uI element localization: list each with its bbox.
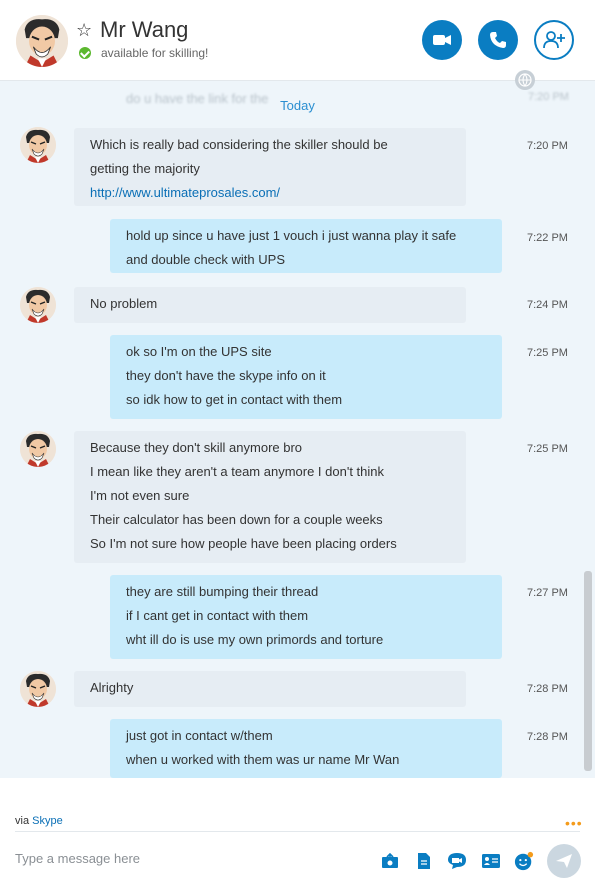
more-options-icon[interactable]: ••• xyxy=(565,815,583,831)
video-message-icon[interactable] xyxy=(447,851,467,871)
message-bubble-incoming[interactable]: Alrighty xyxy=(74,671,466,707)
send-arrow-icon xyxy=(556,854,572,868)
message-time: 7:28 PM xyxy=(527,683,568,695)
message-line: ok so I'm on the UPS site xyxy=(126,344,272,359)
send-file-icon[interactable] xyxy=(414,851,434,871)
message-time: 7:25 PM xyxy=(527,347,568,359)
phone-icon xyxy=(490,32,506,48)
message-line: getting the majority xyxy=(90,161,200,176)
message-bubble-incoming[interactable]: Which is really bad considering the skil… xyxy=(74,128,466,206)
message-bubble-outgoing[interactable]: just got in contact w/them when u worked… xyxy=(110,719,502,778)
chat-header: ☆ Mr Wang available for skilling! xyxy=(0,0,595,81)
add-person-icon xyxy=(543,31,565,49)
message-line: just got in contact w/them xyxy=(126,728,273,743)
message-line: No problem xyxy=(90,296,158,311)
message-line: So I'm not sure how people have been pla… xyxy=(90,536,397,551)
emoticon-icon[interactable] xyxy=(514,851,534,871)
date-divider: Today xyxy=(280,98,315,113)
skype-link[interactable]: Skype xyxy=(32,815,63,827)
message-link[interactable]: http://www.ultimateprosales.com/ xyxy=(90,185,280,200)
composer-divider xyxy=(15,831,580,832)
message-time: 7:28 PM xyxy=(527,731,568,743)
message-time: 7:24 PM xyxy=(527,299,568,311)
message-line: Their calculator has been down for a cou… xyxy=(90,512,383,527)
favorite-star-icon[interactable]: ☆ xyxy=(76,20,92,41)
send-button[interactable] xyxy=(547,844,581,878)
message-bubble-incoming[interactable]: Because they don't skill anymore bro I m… xyxy=(74,431,466,563)
message-bubble-outgoing[interactable]: hold up since u have just 1 vouch i just… xyxy=(110,219,502,273)
message-line: they don't have the skype info on it xyxy=(126,368,326,383)
send-media-icon[interactable] xyxy=(380,851,400,871)
globe-icon xyxy=(515,70,535,90)
video-camera-icon xyxy=(433,35,451,45)
sender-avatar[interactable] xyxy=(20,431,56,467)
video-call-button[interactable] xyxy=(422,20,462,60)
message-line: I'm not even sure xyxy=(90,488,190,503)
message-line: when u worked with them was ur name Mr W… xyxy=(126,752,400,767)
status-message: available for skilling! xyxy=(101,46,209,60)
message-line: if I cant get in contact with them xyxy=(126,608,309,623)
message-bubble-outgoing[interactable]: they are still bumping their thread if I… xyxy=(110,575,502,659)
sender-avatar[interactable] xyxy=(20,127,56,163)
contact-avatar[interactable] xyxy=(16,15,68,67)
message-time: 7:25 PM xyxy=(527,443,568,455)
sender-avatar[interactable] xyxy=(20,671,56,707)
message-bubble-outgoing[interactable]: ok so I'm on the UPS site they don't hav… xyxy=(110,335,502,419)
sender-avatar[interactable] xyxy=(20,287,56,323)
conversation-pane[interactable]: do u have the link for the 7:20 PM Today… xyxy=(0,81,595,778)
contact-name[interactable]: Mr Wang xyxy=(100,17,188,43)
send-contact-icon[interactable] xyxy=(481,851,501,871)
message-line: and double check with UPS xyxy=(126,252,285,267)
message-line: wht ill do is use my own primords and to… xyxy=(126,632,384,647)
message-line: Because they don't skill anymore bro xyxy=(90,440,303,455)
voice-call-button[interactable] xyxy=(478,20,518,60)
message-line: so idk how to get in contact with them xyxy=(126,392,343,407)
message-input[interactable] xyxy=(15,846,355,870)
message-line: they are still bumping their thread xyxy=(126,584,319,599)
add-people-button[interactable] xyxy=(534,20,574,60)
message-line: Which is really bad considering the skil… xyxy=(90,137,388,152)
message-line: Alrighty xyxy=(90,680,134,695)
message-bubble-incoming[interactable]: No problem xyxy=(74,287,466,323)
via-prefix: via xyxy=(15,815,30,827)
message-time: 7:20 PM xyxy=(527,140,568,152)
message-time: 7:22 PM xyxy=(527,232,568,244)
online-status-icon xyxy=(79,47,91,59)
via-skype-label: via Skype xyxy=(15,815,63,827)
message-line: I mean like they aren't a team anymore I… xyxy=(90,464,385,479)
message-time: 7:27 PM xyxy=(527,587,568,599)
conversation-scrollbar[interactable] xyxy=(584,571,592,771)
message-line: hold up since u have just 1 vouch i just… xyxy=(126,228,457,243)
